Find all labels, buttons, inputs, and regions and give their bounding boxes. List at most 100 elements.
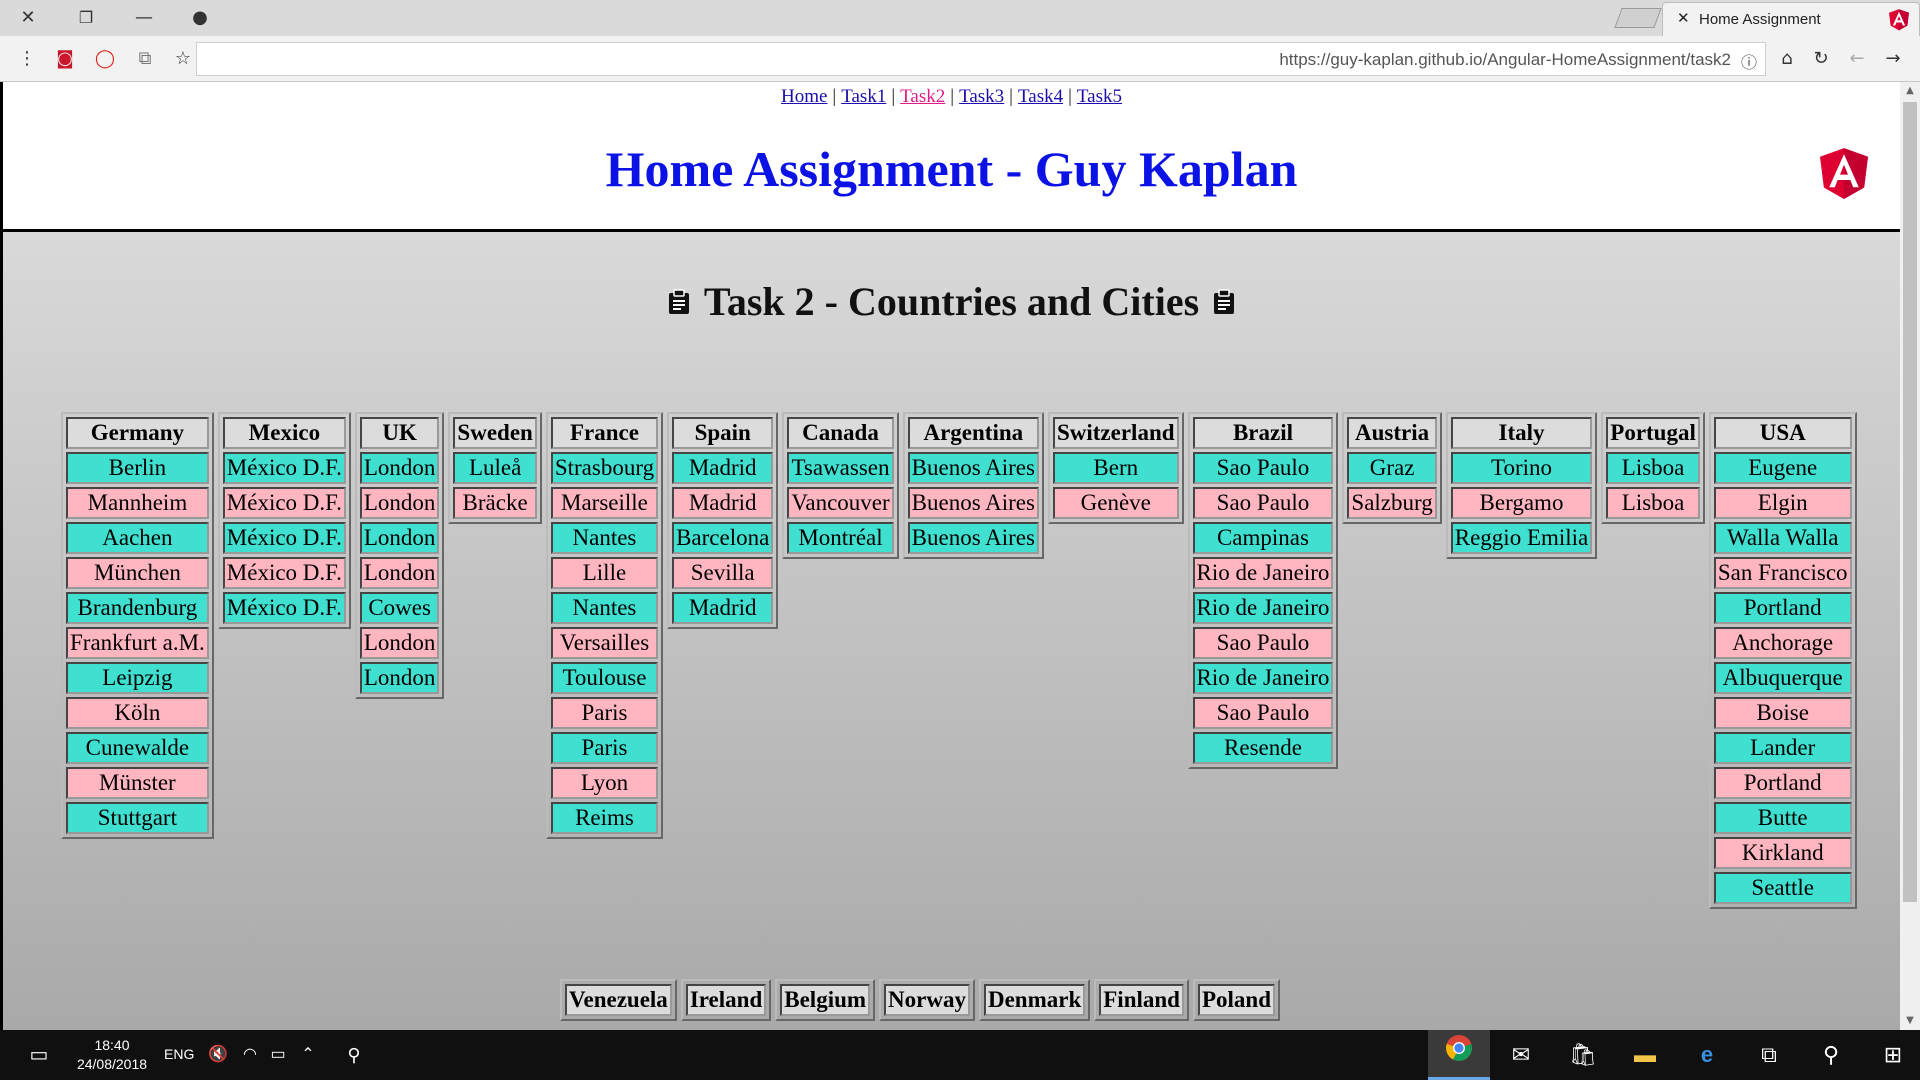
close-window-icon[interactable]: ✕ xyxy=(14,4,42,32)
store-app-icon[interactable]: 🛍 xyxy=(1552,1030,1614,1080)
table-row: Cowes xyxy=(359,592,440,624)
city-cell: Madrid xyxy=(672,452,774,484)
city-cell: München xyxy=(66,557,209,589)
city-cell: Barcelona xyxy=(672,522,774,554)
file-explorer-icon[interactable]: ▬ xyxy=(1614,1030,1676,1080)
task-title: Task 2 - Countries and Cities xyxy=(3,278,1900,329)
chrome-app-icon[interactable] xyxy=(1428,1030,1490,1080)
bookmark-star-icon[interactable]: ☆ xyxy=(170,46,196,72)
city-cell: Resende xyxy=(1192,732,1334,764)
country-header: Portugal xyxy=(1606,417,1700,449)
city-cell: Portland xyxy=(1713,592,1852,624)
table-row: Montréal xyxy=(787,522,894,554)
country-table-mexico: Mexico México D.F. México D.F. México D.F. M… xyxy=(217,412,351,629)
clipboard-icon xyxy=(668,278,690,325)
info-icon[interactable]: ⓘ xyxy=(1741,49,1757,73)
opera-extension-icon[interactable]: ◯ xyxy=(92,46,118,72)
country-header: Mexico xyxy=(222,417,346,449)
nav-link-task3[interactable]: Task3 xyxy=(959,86,1004,107)
language-indicator[interactable]: ENG xyxy=(164,1046,194,1062)
city-cell: Reims xyxy=(550,802,659,834)
table-row: Barcelona xyxy=(672,522,774,554)
back-icon[interactable]: ← xyxy=(1844,46,1870,72)
system-clock[interactable]: 18:40 24/08/2018 xyxy=(70,1036,154,1074)
city-cell: Marseille xyxy=(550,487,659,519)
city-cell: Torino xyxy=(1450,452,1593,484)
table-row: Campinas xyxy=(1192,522,1334,554)
city-cell: London xyxy=(359,487,440,519)
table-row: Sao Paulo xyxy=(1192,697,1334,729)
table-row: Salzburg xyxy=(1347,487,1437,519)
nav-link-task4[interactable]: Task4 xyxy=(1018,86,1063,107)
city-cell: Boise xyxy=(1713,697,1852,729)
volume-muted-icon[interactable]: 🔇 xyxy=(206,1030,230,1080)
city-cell: Sao Paulo xyxy=(1192,487,1334,519)
table-row: Sevilla xyxy=(672,557,774,589)
country-header: Sweden xyxy=(453,417,537,449)
city-cell: Cunewalde xyxy=(66,732,209,764)
city-cell: Nantes xyxy=(550,592,659,624)
minimize-window-icon[interactable]: — xyxy=(130,4,158,32)
city-cell: Kirkland xyxy=(1713,837,1852,869)
extension-icon[interactable]: ⧉ xyxy=(132,46,158,72)
nav-link-task1[interactable]: Task1 xyxy=(841,86,886,107)
table-row: Buenos Aires xyxy=(907,452,1039,484)
browser-tab[interactable]: ✕ Home Assignment xyxy=(1662,2,1920,36)
country-header: Argentina xyxy=(907,417,1039,449)
country-table-finland: Finland xyxy=(1094,979,1189,1021)
table-row: Bergamo xyxy=(1450,487,1593,519)
country-header: UK xyxy=(359,417,440,449)
table-row: San Francisco xyxy=(1713,557,1852,589)
vertical-scrollbar[interactable]: ▲ ▼ xyxy=(1900,82,1920,1030)
battery-icon[interactable]: ▭ xyxy=(266,1030,290,1080)
action-center-icon[interactable]: ▭ xyxy=(24,1030,54,1080)
table-row: Buenos Aires xyxy=(907,487,1039,519)
restore-window-icon[interactable]: ❐ xyxy=(72,4,100,32)
scroll-down-icon[interactable]: ▼ xyxy=(1900,1012,1920,1030)
country-header: Italy xyxy=(1450,417,1593,449)
scrollbar-thumb[interactable] xyxy=(1903,102,1917,902)
new-tab-button[interactable] xyxy=(1614,8,1662,28)
table-row: Reggio Emilia xyxy=(1450,522,1593,554)
mail-app-icon[interactable]: ✉ xyxy=(1490,1030,1552,1080)
scroll-up-icon[interactable]: ▲ xyxy=(1900,82,1920,100)
people-icon[interactable]: ⚲ xyxy=(340,1030,368,1080)
city-cell: Sao Paulo xyxy=(1192,697,1334,729)
table-row: Sao Paulo xyxy=(1192,627,1334,659)
wifi-icon[interactable]: ◠ xyxy=(238,1030,262,1080)
city-cell: Madrid xyxy=(672,592,774,624)
country-table-portugal: Portugal Lisboa Lisboa xyxy=(1601,412,1705,524)
windows-start-icon[interactable]: ⊞ xyxy=(1862,1030,1920,1080)
table-row: Torino xyxy=(1450,452,1593,484)
table-row: London xyxy=(359,452,440,484)
table-row: Albuquerque xyxy=(1713,662,1852,694)
nav-link-task5[interactable]: Task5 xyxy=(1077,86,1122,107)
address-bar[interactable]: https://guy-kaplan.github.io/Angular-Hom… xyxy=(196,42,1766,76)
edge-app-icon[interactable]: e xyxy=(1676,1030,1738,1080)
nav-link-home[interactable]: Home xyxy=(781,86,827,107)
country-table-usa: USA Eugene Elgin Walla Walla San Francisco Po… xyxy=(1708,412,1857,909)
angular-favicon-icon xyxy=(1889,9,1909,35)
reload-icon[interactable]: ↻ xyxy=(1808,46,1834,72)
menu-dots-icon[interactable]: ⋮ xyxy=(14,46,40,72)
table-row: Walla Walla xyxy=(1713,522,1852,554)
profile-icon[interactable]: ● xyxy=(186,4,214,32)
city-cell: London xyxy=(359,627,440,659)
table-row: Madrid xyxy=(672,592,774,624)
countries-row-1: Germany Berlin Mannheim Aachen München Brande… xyxy=(61,412,1857,909)
city-cell: Buenos Aires xyxy=(907,452,1039,484)
pocket-extension-icon[interactable]: ◙ xyxy=(52,46,78,72)
forward-icon[interactable]: → xyxy=(1880,46,1906,72)
close-tab-icon[interactable]: ✕ xyxy=(1677,9,1690,27)
search-icon[interactable]: ⚲ xyxy=(1800,1030,1862,1080)
city-cell: Strasbourg xyxy=(550,452,659,484)
nav-link-task2[interactable]: Task2 xyxy=(900,86,945,107)
country-header: Venezuela xyxy=(565,984,672,1016)
city-cell: México D.F. xyxy=(222,452,346,484)
task-view-icon[interactable]: ⧉ xyxy=(1738,1030,1800,1080)
country-table-canada: Canada Tsawassen Vancouver Montréal xyxy=(782,412,899,559)
table-row: Berlin xyxy=(66,452,209,484)
home-icon[interactable]: ⌂ xyxy=(1774,46,1800,72)
show-hidden-icons-chevron-icon[interactable]: ⌃ xyxy=(296,1030,320,1080)
table-row: México D.F. xyxy=(222,557,346,589)
